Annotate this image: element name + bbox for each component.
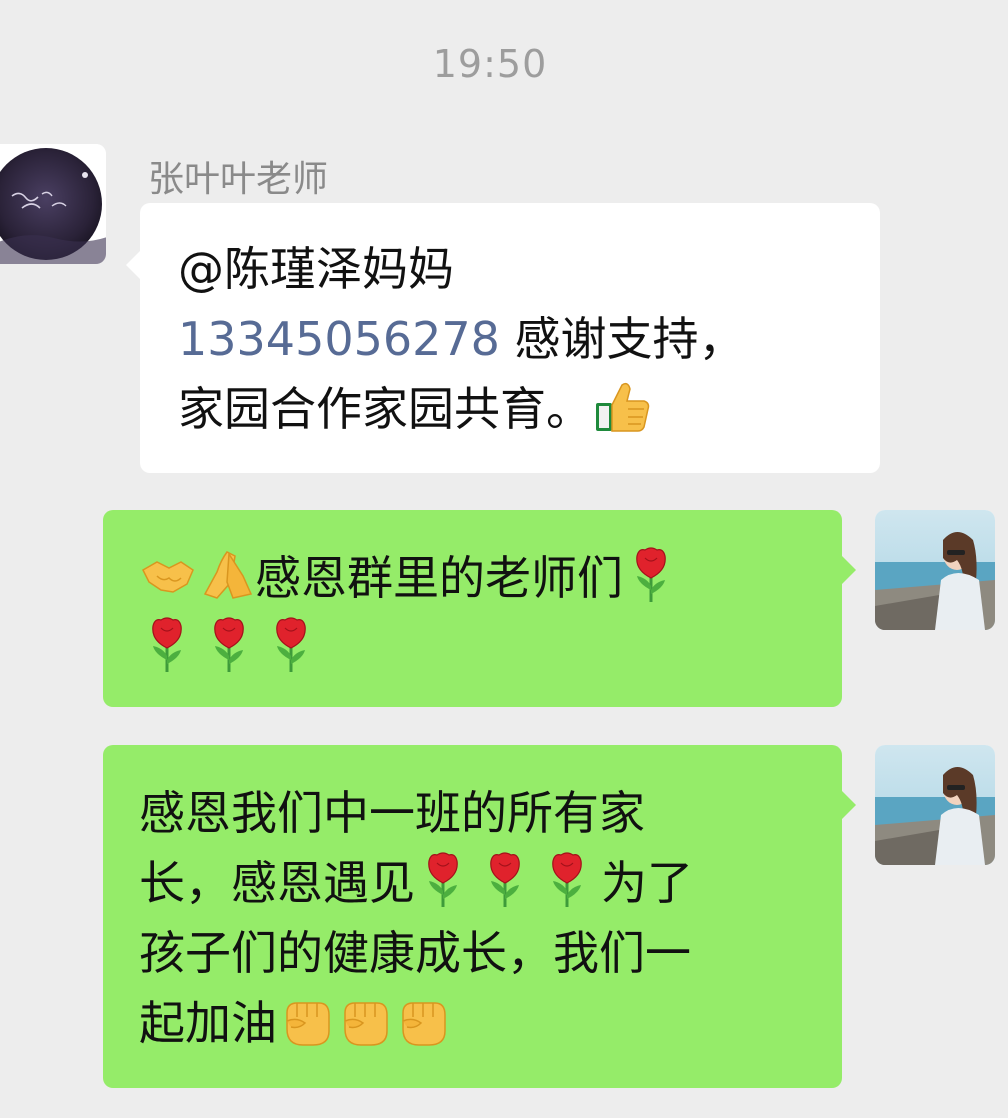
message-text: 孩子们的健康成长，我们一 <box>139 926 691 980</box>
message-text: 感恩群里的老师们 <box>255 551 623 605</box>
mention-text[interactable]: @陈瑾泽妈妈 <box>178 234 856 304</box>
handshake-icon <box>139 546 197 604</box>
fist-icon <box>335 991 393 1049</box>
my-avatar[interactable] <box>875 745 995 865</box>
rose-icon <box>203 616 255 674</box>
message-text: 长，感恩遇见 <box>139 856 415 910</box>
sender-name: 张叶叶老师 <box>148 159 329 200</box>
rose-icon <box>265 616 317 674</box>
rose-icon <box>541 851 593 909</box>
message-text: 感谢支持， <box>499 312 745 366</box>
message-text: 起加油 <box>139 996 277 1050</box>
message-text: 为了 <box>601 856 693 910</box>
rose-icon <box>417 851 469 909</box>
phone-number-link[interactable]: 13345056278 <box>178 312 500 366</box>
thumbs-up-icon <box>592 377 650 435</box>
my-avatar[interactable] <box>875 510 995 630</box>
chat-screen: 19:50 张叶叶老师 @陈瑾泽妈妈 13345056278 感谢支持， 家园合… <box>0 0 1008 1118</box>
rose-icon <box>479 851 531 909</box>
rose-icon <box>141 616 193 674</box>
incoming-message-bubble[interactable]: @陈瑾泽妈妈 13345056278 感谢支持， 家园合作家园共育。 <box>126 203 880 473</box>
rose-icon <box>625 546 677 604</box>
fist-icon <box>277 991 335 1049</box>
message-text: 家园合作家园共育。 <box>178 382 592 436</box>
outgoing-message-bubble[interactable]: 感恩群里的老师们 <box>103 510 856 707</box>
pray-icon <box>197 546 255 604</box>
fist-icon <box>393 991 451 1049</box>
teacher-avatar[interactable] <box>0 144 106 264</box>
outgoing-message-bubble[interactable]: 感恩我们中一班的所有家 长，感恩遇见 为了 孩子们的健康成长，我们一 起加油 <box>103 745 856 1088</box>
message-text: 感恩我们中一班的所有家 <box>139 786 645 840</box>
message-timestamp: 19:50 <box>432 42 548 86</box>
